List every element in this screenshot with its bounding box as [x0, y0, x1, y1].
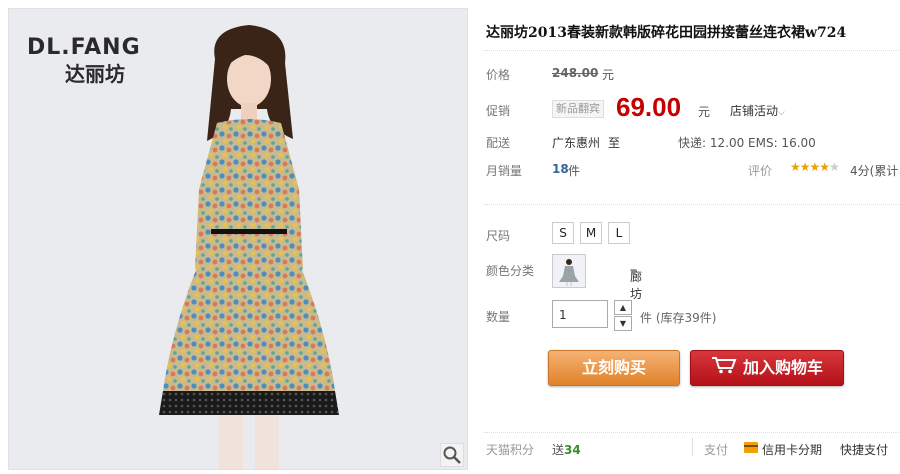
star-icon: ★: [809, 160, 821, 174]
add-to-cart-button[interactable]: 加入购物车: [690, 350, 844, 386]
rating-label: 评价: [748, 164, 773, 178]
delivery-from: 广东惠州: [552, 136, 601, 150]
points-value: 送34: [552, 441, 581, 458]
divider: [692, 438, 693, 456]
size-options: SML: [552, 222, 636, 244]
currency-unit: 元: [698, 105, 711, 119]
star-icon: ★: [790, 160, 801, 174]
delivery-label: 配送: [486, 136, 511, 150]
points-number: 34: [564, 443, 581, 457]
color-label: 颜色分类: [486, 264, 535, 278]
credit-card-icon: [744, 442, 758, 453]
delivery-fee: 快递: 12.00 EMS: 16.00: [678, 136, 816, 150]
buy-now-button[interactable]: 立刻购买: [548, 350, 680, 386]
cart-icon: [711, 352, 737, 386]
monthly-sales-unit: 件: [568, 164, 581, 178]
divider: [484, 50, 900, 51]
chevron-down-icon: ⌵: [778, 108, 785, 118]
star-icon: ★: [829, 160, 840, 174]
product-title: 达丽坊2013春装新款韩版碎花田园拼接蕾丝连衣裙w724: [486, 25, 847, 41]
shop-activity-label: 店铺活动: [730, 104, 779, 118]
delivery-to-word: 至: [608, 136, 621, 150]
promo-label: 促销: [486, 104, 511, 118]
divider: [484, 432, 900, 433]
quantity-label: 数量: [486, 310, 511, 324]
caret-down-icon: ▼: [630, 268, 637, 278]
buy-now-label: 立刻购买: [581, 358, 646, 377]
brand-logo: DL.FANG 达丽坊: [27, 35, 141, 87]
currency-unit: 元: [602, 68, 615, 82]
monthly-sales-label: 月销量: [486, 164, 523, 178]
payment-label: 支付: [704, 443, 729, 457]
credit-installment-link[interactable]: 信用卡分期: [762, 441, 822, 458]
original-price: 248.00: [552, 66, 599, 80]
promo-price: 69.00: [616, 92, 682, 122]
monthly-sales-count: 18: [552, 162, 569, 176]
caret-down-icon[interactable]: ▼: [614, 316, 632, 331]
stock-info: 件 (库存39件): [640, 311, 717, 325]
rating-stars: ★★★★★: [790, 160, 840, 174]
quick-pay-link[interactable]: 快捷支付: [840, 441, 888, 458]
brand-logo-cn: 达丽坊: [65, 62, 125, 86]
rating-value[interactable]: 4分(累计: [850, 162, 898, 179]
model-photo: [159, 25, 339, 469]
product-image[interactable]: DL.FANG 达丽坊: [8, 8, 468, 470]
shop-activity-dropdown[interactable]: 店铺活动⌵: [730, 102, 785, 119]
caret-up-icon[interactable]: ▲: [614, 300, 632, 315]
promo-tag: 新品翻宾: [552, 100, 604, 118]
price-label: 价格: [486, 68, 511, 82]
size-option-s[interactable]: S: [552, 222, 574, 244]
points-label: 天猫积分: [486, 443, 535, 457]
star-icon: ★: [799, 160, 811, 174]
product-info-panel: 达丽坊2013春装新款韩版碎花田园拼接蕾丝连衣裙w724 价格 248.00 元…: [484, 0, 900, 474]
points-prefix: 送: [552, 443, 565, 457]
star-icon: ★: [819, 160, 830, 174]
size-label: 尺码: [486, 229, 511, 243]
color-swatch[interactable]: [552, 254, 586, 288]
size-option-m[interactable]: M: [580, 222, 602, 244]
size-option-l[interactable]: L: [608, 222, 630, 244]
divider: [484, 204, 900, 205]
brand-logo-en: DL.FANG: [27, 35, 141, 60]
add-to-cart-label: 加入购物车: [742, 358, 823, 377]
quantity-input[interactable]: 1: [552, 300, 608, 328]
zoom-icon[interactable]: [440, 443, 464, 467]
